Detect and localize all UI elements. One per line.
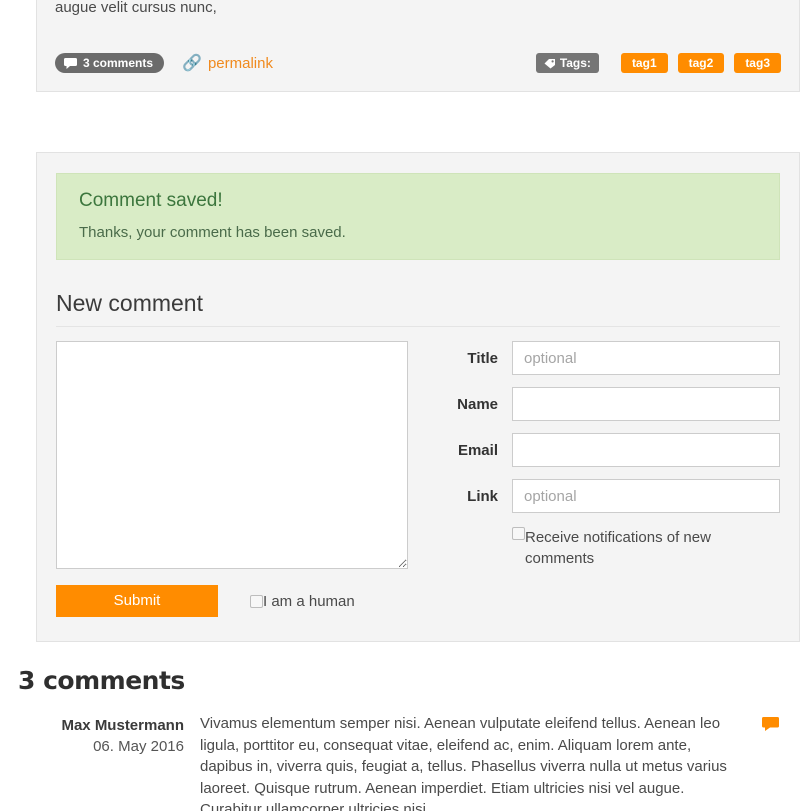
- reply-bubble-icon[interactable]: [762, 713, 782, 734]
- link-label: Link: [467, 487, 498, 505]
- submit-button[interactable]: Submit: [56, 585, 218, 617]
- comments-section: 3 comments Max Mustermann 06. May 2016 V…: [18, 666, 782, 811]
- field-row-title: Title: [430, 341, 780, 375]
- comment-form: Title Name Email Link Receive: [56, 341, 780, 569]
- success-alert: Comment saved! Thanks, your comment has …: [56, 173, 780, 260]
- comment-fields-column: Title Name Email Link Receive: [430, 341, 780, 569]
- title-input[interactable]: [512, 341, 780, 375]
- comments-section-heading: 3 comments: [18, 666, 185, 695]
- field-row-link: Link: [430, 479, 780, 513]
- notify-checkbox[interactable]: [512, 527, 525, 540]
- new-comment-panel: Comment saved! Thanks, your comment has …: [36, 152, 800, 642]
- comment-text: Vivamus elementum semper nisi. Aenean vu…: [200, 715, 727, 811]
- comment-date: 06. May 2016: [93, 738, 184, 755]
- title-label: Title: [467, 349, 498, 367]
- post-panel: Sed fringilla mauris sit amet nibh. Done…: [36, 0, 800, 92]
- i-am-a-human-label: I am a human: [263, 592, 355, 610]
- comments-count-badge[interactable]: 3 comments: [55, 53, 165, 73]
- field-row-name: Name: [430, 387, 780, 421]
- name-input[interactable]: [512, 387, 780, 421]
- comment-item: Max Mustermann 06. May 2016 Vivamus elem…: [18, 713, 782, 811]
- tag-link-3[interactable]: tag3: [734, 53, 781, 73]
- speech-bubble-icon: [64, 57, 77, 69]
- email-input[interactable]: [512, 433, 780, 467]
- post-body-text: Sed fringilla mauris sit amet nibh. Done…: [55, 0, 217, 16]
- comments-count-label: 3 comments: [83, 56, 154, 70]
- tags-label: Tags:: [559, 56, 591, 70]
- submit-row: Submit I am a human: [56, 585, 780, 617]
- human-row: I am a human: [250, 593, 355, 610]
- name-label: Name: [457, 395, 498, 413]
- i-am-a-human-checkbox[interactable]: [250, 594, 263, 608]
- tag-icon: [544, 58, 555, 68]
- comment-author-block: Max Mustermann 06. May 2016: [18, 713, 200, 757]
- alert-title: Comment saved!: [79, 190, 223, 211]
- tags-badge: Tags:: [535, 53, 599, 73]
- field-row-email: Email: [430, 433, 780, 467]
- comment-textarea[interactable]: [56, 341, 408, 569]
- comment-textarea-column: [56, 341, 408, 569]
- link-input[interactable]: [512, 479, 780, 513]
- email-label: Email: [457, 441, 498, 459]
- tag-link-1[interactable]: tag1: [620, 53, 668, 73]
- post-tags-group: Tags: tag1 tag2 tag3: [535, 53, 781, 73]
- post-meta-bar: 3 comments 🔗 permalink Tags: tag1 tag2 t…: [55, 53, 781, 73]
- comment-author-name: Max Mustermann: [61, 717, 184, 734]
- permalink-link[interactable]: 🔗 permalink: [182, 53, 273, 73]
- post-meta-left: 3 comments 🔗 permalink: [55, 53, 273, 73]
- permalink-label: permalink: [207, 54, 273, 72]
- link-icon: 🔗: [182, 55, 202, 72]
- alert-message: Thanks, your comment has been saved.: [79, 224, 346, 241]
- notify-label: Receive notifications of new comments: [525, 529, 711, 567]
- notify-row: Receive notifications of new comments: [512, 527, 780, 569]
- new-comment-heading: New comment: [56, 290, 780, 327]
- tag-link-2[interactable]: tag2: [677, 53, 725, 73]
